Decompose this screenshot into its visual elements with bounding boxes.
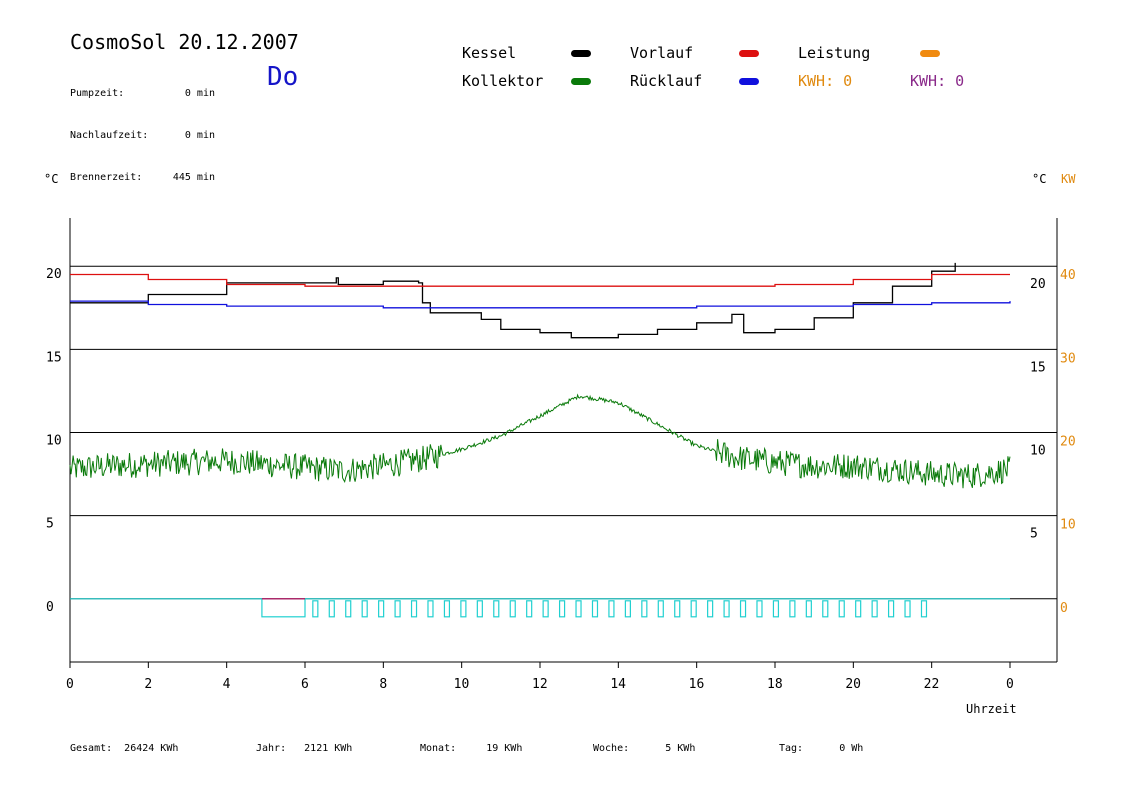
pump-block	[261, 598, 306, 618]
pump-pulse	[542, 600, 549, 618]
y-tick-left-5: 5	[46, 517, 54, 532]
y-tick-right-c-20: 20	[1030, 277, 1046, 292]
y-tick-left-20: 20	[46, 267, 62, 282]
series-vorlauf	[70, 273, 1010, 287]
pump-pulse	[624, 600, 631, 618]
pump-pulse	[345, 600, 352, 618]
pump-pulse	[920, 600, 928, 618]
pump-pulse	[558, 600, 566, 618]
pump-pulse	[460, 600, 467, 618]
x-tick-label-3: 6	[301, 677, 309, 692]
y-tick-left-0: 0	[46, 600, 54, 615]
chart-grid	[70, 265, 1057, 600]
pump-pulse	[328, 600, 335, 618]
pump-pulse	[674, 600, 681, 618]
series-kessel	[70, 262, 956, 339]
pump-pulse	[739, 600, 747, 618]
x-tick-label-1: 2	[144, 677, 152, 692]
x-tick-label-12: 0	[1006, 677, 1014, 692]
pump-pulse	[526, 600, 533, 618]
x-tick-label-8: 16	[689, 677, 705, 692]
footer-monat: Monat: 19 KWh	[420, 743, 523, 754]
x-tick-label-9: 18	[767, 677, 783, 692]
pump-pulse	[838, 600, 845, 618]
pump-pulse	[855, 600, 862, 618]
x-tick-label-2: 4	[223, 677, 231, 692]
x-tick-label-7: 14	[610, 677, 626, 692]
y-tick-right-c-10: 10	[1030, 444, 1046, 459]
pump-pulse	[443, 600, 451, 618]
pump-pulse	[871, 600, 878, 618]
pump-pulse	[772, 600, 780, 618]
pump-pulse	[378, 600, 385, 618]
y-tick-left-10: 10	[46, 434, 62, 449]
pump-pulse	[361, 600, 368, 618]
pump-pulse	[756, 600, 763, 618]
pump-pulse	[822, 600, 829, 618]
pump-pulse	[575, 600, 582, 618]
pump-pulse	[410, 600, 418, 618]
x-tick-label-10: 20	[845, 677, 861, 692]
y-tick-kw-40: 40	[1060, 268, 1076, 283]
pump-pulse	[723, 600, 730, 618]
series-ruecklauf	[70, 300, 1011, 309]
pump-pulse	[657, 600, 664, 618]
pump-pulse	[312, 600, 319, 618]
pump-pulse	[707, 600, 714, 618]
x-tick-label-6: 12	[532, 677, 548, 692]
pump-pulse	[690, 600, 697, 618]
pump-pulse	[476, 600, 483, 618]
x-tick-label-0: 0	[66, 677, 74, 692]
y-tick-left-15: 15	[46, 350, 62, 365]
pump-pulse	[493, 600, 500, 618]
pump-pulse	[509, 600, 516, 618]
chart-axes	[69, 218, 1058, 663]
y-tick-kw-0: 0	[1060, 601, 1068, 616]
pump-pulse	[904, 600, 911, 618]
y-tick-right-c-5: 5	[1030, 527, 1038, 542]
footer-jahr: Jahr: 2121 KWh	[256, 743, 353, 754]
pump-pulse	[887, 600, 895, 618]
footer-gesamt: Gesamt: 26424 KWh	[70, 743, 179, 754]
pump-pulse	[427, 600, 434, 618]
pump-pulse	[394, 600, 401, 618]
y-tick-right-c-15: 15	[1030, 360, 1046, 375]
pump-pulse	[608, 600, 615, 618]
series-kollektor	[69, 393, 1011, 489]
footer-woche: Woche: 5 KWh	[593, 743, 696, 754]
x-tick-label-4: 8	[379, 677, 387, 692]
temperature-chart: 0 5 10 15 20 5 10 15 20 0 10 20 30 40 0 2 4 6 8 10 12 14 16 18 2…	[46, 218, 1076, 692]
pump-pulse	[591, 600, 599, 618]
pump-pulse	[805, 600, 812, 618]
pump-pulse	[641, 600, 648, 618]
x-tick-label-5: 10	[454, 677, 470, 692]
chart-series	[69, 262, 1011, 489]
footer-tag: Tag: 0 Wh	[779, 743, 864, 754]
y-tick-kw-10: 10	[1060, 518, 1076, 533]
x-tick-label-11: 22	[924, 677, 940, 692]
y-tick-kw-30: 30	[1060, 351, 1076, 366]
pump-pulse	[789, 600, 796, 618]
pump-activity-track	[70, 598, 1010, 618]
x-axis-label: Uhrzeit	[966, 702, 1017, 716]
y-tick-kw-20: 20	[1060, 435, 1076, 450]
